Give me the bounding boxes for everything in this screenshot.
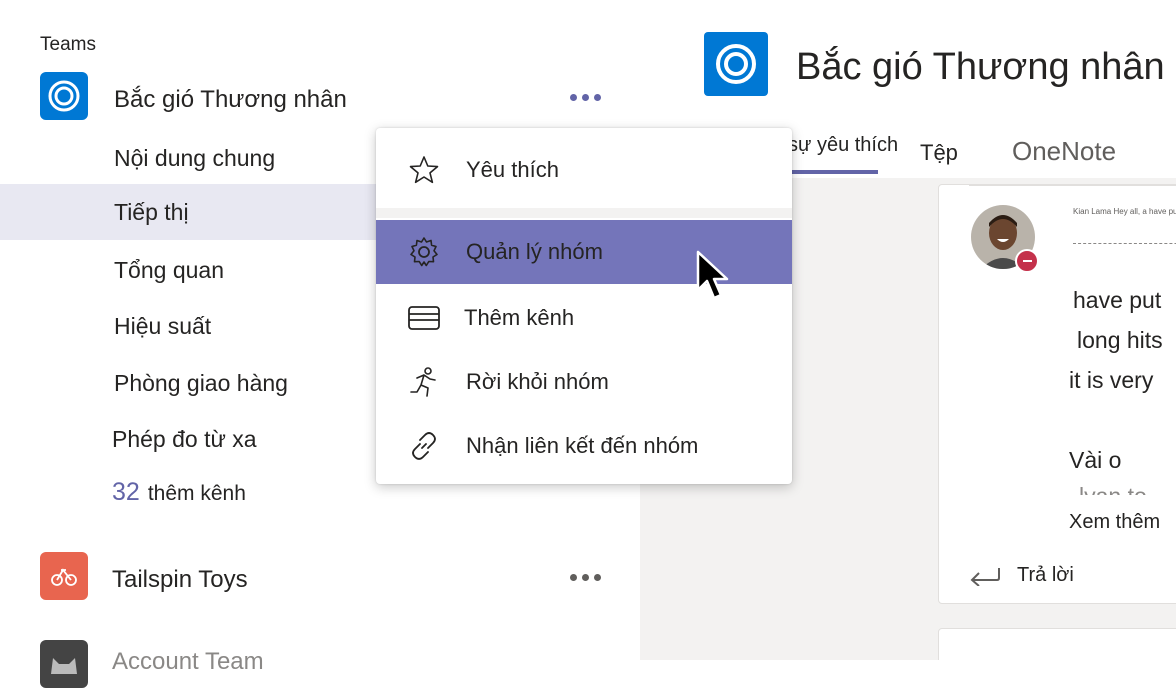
menu-item-label: Rời khỏi nhóm [466, 369, 609, 394]
team-avatar-account[interactable] [40, 640, 88, 688]
tab-onenote[interactable]: OneNote [1012, 136, 1116, 167]
reply-label: Trả lời [1017, 563, 1074, 586]
page-title: Bắc gió Thương nhân [796, 46, 1165, 88]
channel-label: Nội dung chung [114, 144, 276, 171]
divider [1073, 243, 1176, 244]
channel-label: Tiếp thị [114, 198, 189, 225]
team-logo-icon [48, 80, 80, 112]
reply-button[interactable]: Trả lời [969, 557, 1074, 593]
team-name-tailspin[interactable]: Tailspin Toys [112, 566, 248, 594]
team-name-northwind[interactable]: Bắc gió Thương nhân [114, 86, 347, 114]
mouse-cursor-icon [696, 250, 729, 300]
message-line: have put [1073, 287, 1162, 313]
team-context-menu: Yêu thích Quản lý nhóm Thêm kênh Rời khỏ… [376, 128, 792, 484]
menu-item-label: Yêu thích [466, 157, 559, 182]
bike-icon [51, 568, 77, 586]
star-icon [408, 154, 440, 186]
active-tab-indicator [790, 170, 878, 174]
message-card: Kian Lama Hey all, a have put have put l… [938, 184, 1176, 604]
teams-section-label: Teams [40, 34, 96, 55]
menu-item-label: Thêm kênh [464, 305, 575, 330]
team-avatar-northwind[interactable] [40, 72, 88, 120]
team-avatar-tailspin[interactable] [40, 552, 88, 600]
more-channels-label: thêm kênh [147, 482, 246, 505]
menu-item-get-link[interactable]: Nhận liên kết đến nhóm [376, 414, 792, 478]
tab-favorites[interactable]: sự yêu thích [788, 134, 898, 157]
team-logo-icon [716, 44, 756, 84]
message-preview: Kian Lama Hey all, a have put [1073, 207, 1176, 216]
more-channels-count: 32 [112, 478, 140, 506]
running-person-icon [408, 366, 440, 398]
menu-item-favorite[interactable]: Yêu thích [376, 138, 792, 202]
channel-label: Tổng quan [114, 256, 224, 283]
menu-item-label: Nhận liên kết đến nhóm [466, 433, 699, 458]
message-line: lyan to [1079, 483, 1147, 495]
more-options-icon[interactable] [570, 94, 601, 101]
menu-item-label: Quản lý nhóm [466, 239, 603, 264]
team-name-account[interactable]: Account Team [112, 648, 264, 676]
reply-icon [970, 568, 1000, 586]
cat-icon [51, 658, 77, 674]
link-icon [408, 430, 440, 462]
message-line: long hits [1077, 327, 1163, 353]
header-team-avatar [704, 32, 768, 96]
menu-divider [376, 208, 792, 218]
message-line: it is very [1069, 367, 1154, 393]
channel-label: Hiệu suất [114, 312, 212, 339]
channel-label: Phòng giao hàng [114, 369, 288, 396]
message-card [938, 628, 1176, 660]
presence-busy-icon [1015, 249, 1039, 273]
gear-icon [408, 236, 440, 268]
see-more-link[interactable]: Xem thêm [1069, 511, 1160, 534]
channel-label: Phép đo từ xa [112, 425, 257, 452]
divider [969, 185, 1176, 186]
tab-files[interactable]: Tệp [920, 140, 958, 166]
more-channels-link[interactable]: 32 thêm kênh [112, 478, 246, 507]
menu-item-leave-team[interactable]: Rời khỏi nhóm [376, 350, 792, 414]
more-options-icon[interactable] [570, 574, 601, 581]
channel-icon [408, 302, 440, 334]
message-line: Vài o [1069, 447, 1122, 473]
